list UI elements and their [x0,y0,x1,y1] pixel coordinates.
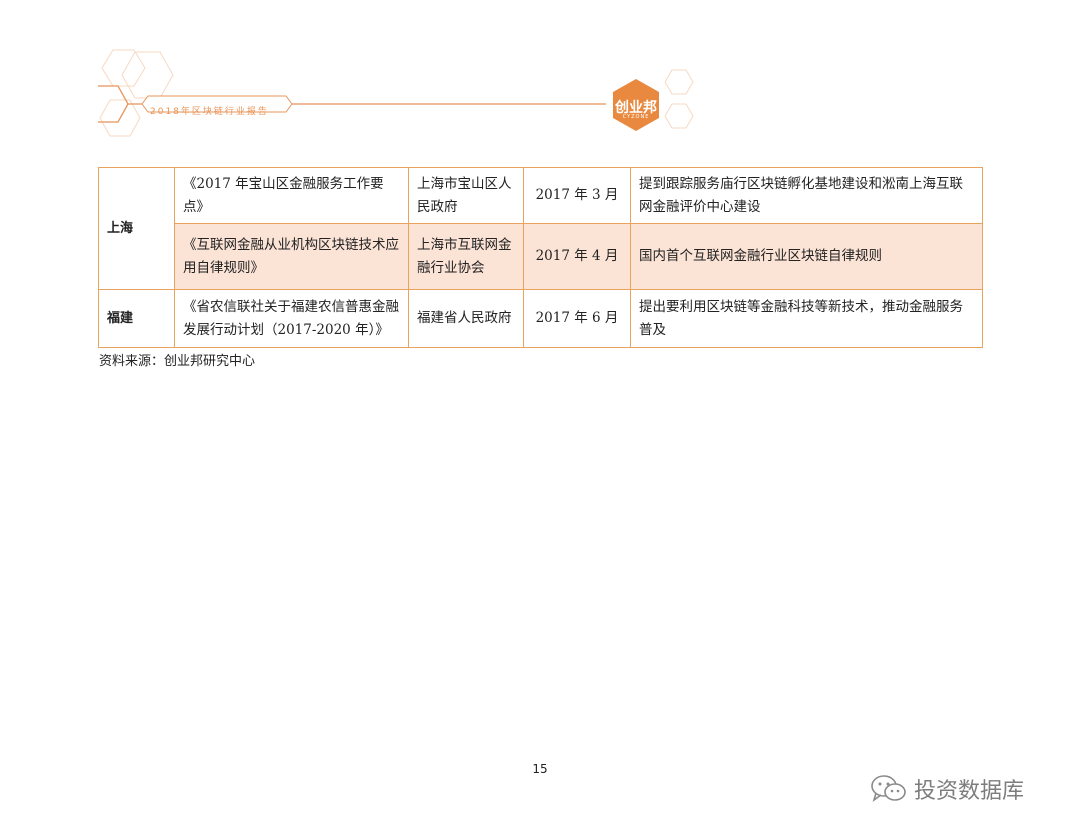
report-label: 2018年区块链行业报告 [150,107,269,117]
date-cell: 2017 年 6 月 [523,289,631,348]
header-decoration [98,49,694,137]
content-cell: 国内首个互联网金融行业区块链自律规则 [630,223,983,290]
region-cell: 福建 [98,289,175,348]
date-year: 2017 [535,248,570,264]
region-cell: 上海 [98,167,175,290]
policy-table: 上海 《2017 年宝山区金融服务工作要点》 上海市宝山区人民政府 2017 年… [98,167,983,348]
watermark-text: 投资数据库 [914,779,1025,804]
content-cell: 提到跟踪服务庙行区块链孵化基地建设和淞南上海互联网金融评价中心建设 [630,167,983,224]
date-cell: 2017 年 3 月 [523,167,631,224]
table-row: 《互联网金融从业机构区块链技术应用自律规则》 上海市互联网金融行业协会 2017… [99,223,983,290]
issuer-cell: 上海市互联网金融行业协会 [408,223,524,290]
logo-subtext: CYZONE [622,114,650,120]
watermark: 投资数据库 [870,771,1024,807]
document-cell: 《2017 年宝山区金融服务工作要点》 [174,167,409,224]
document-cell: 《省农信联社关于福建农信普惠金融发展行动计划（2017-2020 年）》 [174,289,409,348]
date-year: 2017 [535,187,570,203]
brand-logo: 创业邦 CYZONE [610,80,662,136]
source-note: 资料来源：创业邦研究中心 [99,354,256,369]
date-month: 年 4 月 [574,248,619,264]
content-cell: 提出要利用区块链等金融科技等新技术，推动金融服务普及 [630,289,983,348]
date-cell: 2017 年 4 月 [523,223,631,290]
wechat-icon [871,775,906,802]
table-row: 福建 《省农信联社关于福建农信普惠金融发展行动计划（2017-2020 年）》 … [98,289,983,348]
issuer-cell: 福建省人民政府 [408,289,524,348]
date-year: 2017 [535,310,570,326]
table-row: 上海 《2017 年宝山区金融服务工作要点》 上海市宝山区人民政府 2017 年… [98,167,983,290]
document-cell: 《互联网金融从业机构区块链技术应用自律规则》 [174,223,409,290]
date-month: 年 6 月 [574,310,619,326]
date-month: 年 3 月 [574,187,619,203]
issuer-cell: 上海市宝山区人民政府 [408,167,524,224]
